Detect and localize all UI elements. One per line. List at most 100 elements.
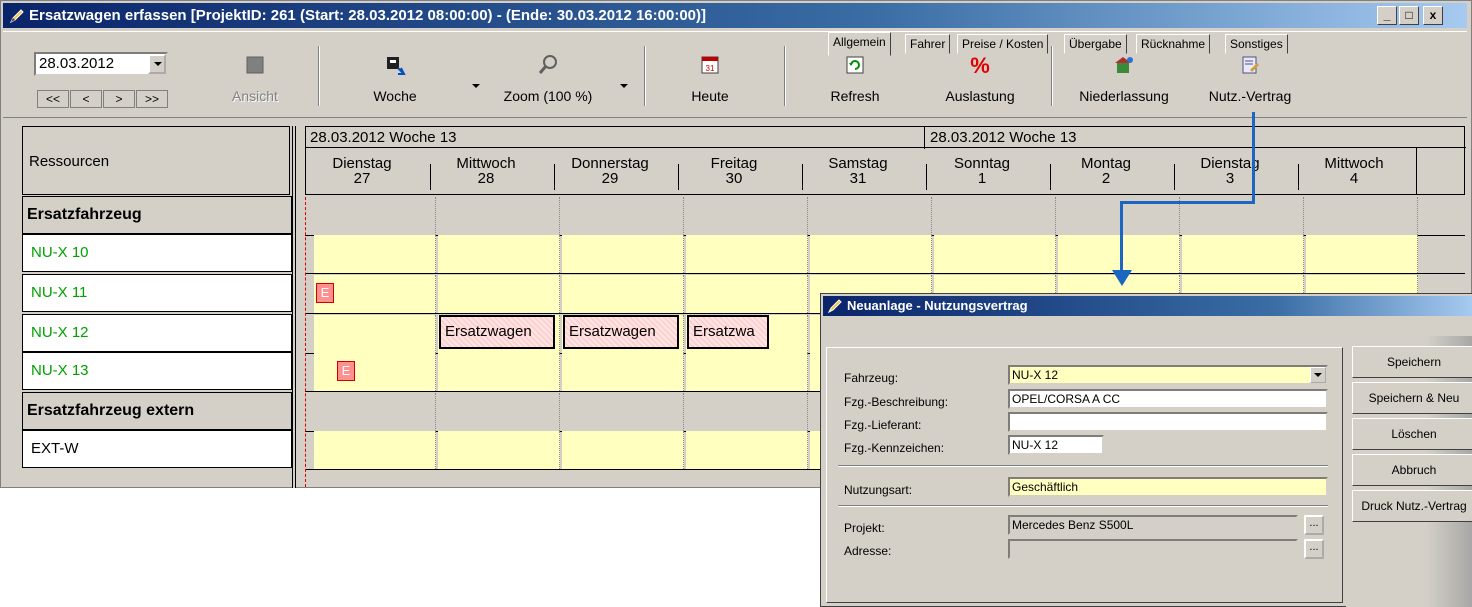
divider (838, 465, 1328, 467)
grid-cell[interactable] (1306, 235, 1418, 273)
zoom-dropdown-icon[interactable] (620, 84, 628, 88)
grid-cell[interactable] (314, 353, 436, 391)
adresse-browse-button[interactable]: ... (1304, 539, 1324, 559)
nav-first-button[interactable]: << (37, 90, 69, 108)
speichern-neu-button[interactable]: Speichern & Neu (1352, 382, 1472, 414)
grid-cell[interactable] (810, 197, 932, 235)
day-separator (554, 164, 555, 190)
heute-button[interactable]: 31 Heute (665, 46, 755, 120)
minimize-button[interactable]: _ (1377, 6, 1397, 25)
tab-ruecknahme[interactable]: Rücknahme (1136, 34, 1211, 54)
auslastung-button[interactable]: % Auslastung (930, 46, 1030, 120)
maximize-button[interactable]: □ (1399, 6, 1419, 25)
day-name: Mittwoch (1324, 155, 1384, 172)
grid-cell[interactable] (562, 197, 684, 235)
date-combo[interactable]: 28.03.2012 (34, 52, 168, 76)
grid-cell[interactable] (438, 235, 560, 273)
nav-next-button[interactable]: > (103, 90, 135, 108)
druck-nutzvertrag-button[interactable]: Druck Nutz.-Vertrag (1352, 490, 1472, 522)
tab-preise-kosten[interactable]: Preise / Kosten (957, 34, 1049, 54)
resource-row-nux11[interactable]: NU-X 11 (22, 274, 292, 312)
day-number: 4 (1349, 170, 1359, 187)
tab-sonstiges[interactable]: Sonstiges (1225, 34, 1288, 54)
e-marker[interactable]: E (337, 361, 355, 381)
speichern-button[interactable]: Speichern (1352, 346, 1472, 378)
close-button[interactable]: x (1423, 6, 1443, 25)
grid-cell[interactable] (314, 315, 436, 353)
grid-cell[interactable] (810, 235, 932, 273)
grid-cell[interactable] (686, 197, 808, 235)
tab-fahrer[interactable]: Fahrer (905, 34, 951, 54)
current-time-line (305, 197, 306, 487)
window-titlebar[interactable]: Ersatzwagen erfassen [ProjektID: 261 (St… (3, 3, 1467, 28)
booking-bar[interactable]: Ersatzwa (687, 315, 769, 349)
projekt-browse-button[interactable]: ... (1304, 515, 1324, 535)
ansicht-button[interactable]: Ansicht (205, 46, 305, 120)
nutzungsart-input[interactable]: Geschäftlich (1008, 477, 1328, 497)
grid-cell[interactable] (314, 235, 436, 273)
resource-row-nux13[interactable]: NU-X 13 (22, 352, 292, 390)
grid-cell[interactable] (1182, 235, 1304, 273)
beschreibung-input[interactable]: OPEL/CORSA A CC (1008, 389, 1328, 409)
tab-uebergabe[interactable]: Übergabe (1064, 34, 1127, 54)
grid-cell[interactable] (1058, 235, 1180, 273)
grid-cell[interactable] (1306, 197, 1418, 235)
woche-button[interactable]: Woche (345, 46, 445, 120)
grid-cell[interactable] (562, 235, 684, 273)
abbruch-button[interactable]: Abbruch (1352, 454, 1472, 486)
nutzvertrag-button[interactable]: Nutz.-Vertrag (1190, 46, 1310, 120)
date-dropdown-button[interactable] (148, 54, 166, 74)
splitter[interactable] (292, 126, 296, 488)
toolbar-separator (318, 46, 320, 106)
grid-cell[interactable] (934, 235, 1056, 273)
grid-cell[interactable] (314, 393, 436, 431)
week-divider (924, 127, 925, 149)
woche-dropdown-icon[interactable] (472, 84, 480, 88)
grid-cell[interactable] (686, 275, 808, 313)
grid-cell[interactable] (686, 235, 808, 273)
projekt-input[interactable]: Mercedes Benz S500L (1008, 515, 1298, 535)
grid-cell[interactable] (686, 431, 808, 469)
day-separator (926, 164, 927, 190)
svg-text:31: 31 (706, 64, 715, 73)
loeschen-button[interactable]: Löschen (1352, 418, 1472, 450)
grid-cell[interactable] (438, 431, 560, 469)
day-separator (1298, 164, 1299, 190)
kennzeichen-input[interactable]: NU-X 12 (1008, 435, 1104, 455)
nav-prev-button[interactable]: < (70, 90, 102, 108)
fahrzeug-dropdown-button[interactable] (1310, 367, 1326, 383)
grid-cell[interactable] (438, 197, 560, 235)
grid-cell[interactable] (562, 275, 684, 313)
tab-allgemein[interactable]: Allgemein (828, 32, 891, 56)
grid-cell[interactable] (686, 393, 808, 431)
grid-cell[interactable] (562, 353, 684, 391)
dialog-titlebar[interactable]: Neuanlage - Nutzungsvertrag (823, 296, 1472, 316)
grid-cell[interactable] (562, 431, 684, 469)
fahrzeug-label: Fahrzeug: (844, 371, 899, 385)
lieferant-input[interactable] (1008, 412, 1328, 432)
window-title: Ersatzwagen erfassen [ProjektID: 261 (St… (29, 7, 706, 24)
grid-cell[interactable] (686, 353, 808, 391)
resource-row-ext-w[interactable]: EXT-W (22, 430, 292, 468)
grid-cell[interactable] (314, 431, 436, 469)
niederlassung-button[interactable]: Niederlassung (1064, 46, 1184, 120)
fahrzeug-select[interactable]: NU-X 12 (1008, 365, 1328, 385)
e-marker[interactable]: E (316, 283, 334, 303)
grid-cell[interactable] (562, 393, 684, 431)
booking-bar[interactable]: Ersatzwagen (439, 315, 555, 349)
grid-cell[interactable] (438, 393, 560, 431)
grid-cell[interactable] (438, 275, 560, 313)
zoom-button[interactable]: Zoom (100 %) (488, 46, 608, 120)
grid-cell[interactable] (934, 197, 1056, 235)
grid-cell[interactable] (438, 353, 560, 391)
booking-bar[interactable]: Ersatzwagen (563, 315, 679, 349)
resource-row-nux12[interactable]: NU-X 12 (22, 314, 292, 352)
grid-cell[interactable] (314, 197, 436, 235)
resource-row-nux10[interactable]: NU-X 10 (22, 234, 292, 272)
refresh-button[interactable]: Refresh (810, 46, 900, 120)
day-label: Freitag 30 (674, 156, 794, 186)
day-name: Samstag (828, 155, 888, 172)
contract-icon (1242, 56, 1259, 74)
adresse-input[interactable] (1008, 539, 1298, 559)
nav-last-button[interactable]: >> (136, 90, 168, 108)
